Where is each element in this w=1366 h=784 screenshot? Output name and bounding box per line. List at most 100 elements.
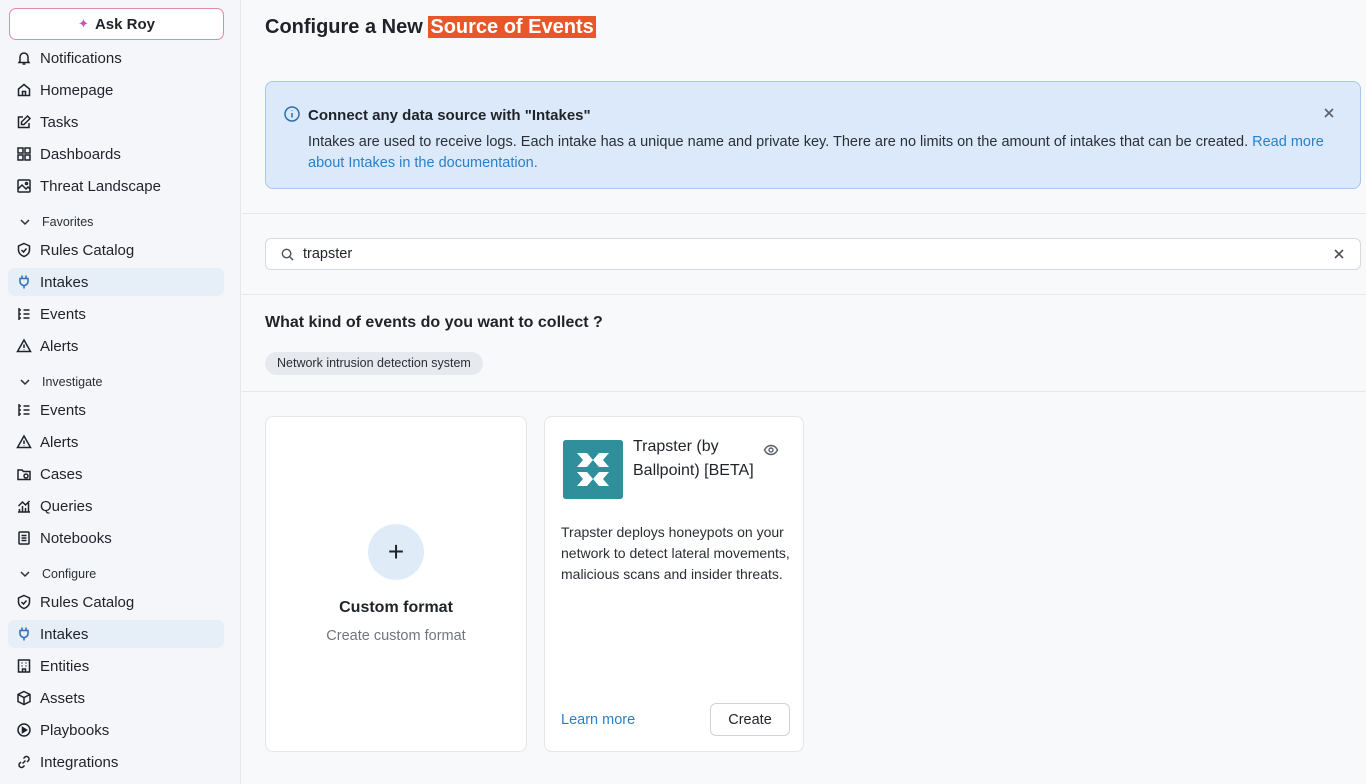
notebook-icon	[18, 531, 30, 545]
chevron-down-icon	[20, 219, 30, 226]
main-content: Configure a New Source of Events Connect…	[242, 0, 1366, 784]
info-banner-body: Intakes are used to receive logs. Each i…	[308, 132, 1328, 174]
ask-roy-button[interactable]: ✦ Ask Roy	[9, 8, 224, 40]
section-investigate[interactable]: Investigate	[8, 370, 224, 394]
sidebar-item-threat-landscape[interactable]: Threat Landscape	[8, 172, 224, 200]
plug-icon	[19, 627, 29, 641]
search-input[interactable]	[303, 246, 1332, 262]
home-icon	[17, 83, 31, 97]
sidebar-item-label: Notifications	[40, 49, 122, 67]
cube-icon	[17, 690, 31, 706]
folder-icon	[17, 469, 31, 481]
edit-icon	[17, 114, 32, 129]
sidebar-item-label: Homepage	[40, 81, 114, 99]
link-icon	[18, 755, 30, 769]
search-icon	[281, 248, 294, 261]
trapster-logo	[563, 440, 623, 499]
eye-icon[interactable]	[763, 442, 779, 458]
sidebar-item-entities[interactable]: Entities	[8, 652, 224, 680]
sidebar-item-label: Alerts	[40, 337, 79, 355]
alert-icon	[16, 434, 32, 449]
intake-card-title: Trapster (by Ballpoint) [BETA]	[633, 438, 754, 479]
learn-more-link[interactable]: Learn more	[561, 712, 635, 728]
sidebar-item-label: Events	[40, 401, 86, 419]
page-title-highlight: Source of Events	[428, 16, 596, 38]
sidebar-item-intakes[interactable]: Intakes	[8, 620, 224, 648]
sidebar-item-label: Alerts	[40, 433, 79, 451]
section-label: Investigate	[42, 375, 103, 389]
chevron-down-icon	[20, 379, 30, 386]
alert-icon	[16, 338, 32, 353]
info-icon	[284, 106, 300, 122]
list-icon	[18, 404, 30, 416]
section-favorites[interactable]: Favorites	[8, 210, 224, 234]
sidebar-item-dashboards[interactable]: Dashboards	[8, 140, 224, 168]
sidebar-item-tasks[interactable]: Tasks	[8, 108, 224, 136]
sidebar-item-label: Threat Landscape	[40, 177, 161, 195]
sidebar-item-assets[interactable]: Assets	[8, 684, 224, 712]
page-title-prefix: Configure a New	[265, 16, 429, 38]
building-icon	[17, 659, 31, 673]
close-icon[interactable]	[1322, 106, 1336, 120]
sidebar-item-rules-catalog[interactable]: Rules Catalog	[8, 588, 224, 616]
sidebar-item-playbooks[interactable]: Playbooks	[8, 716, 224, 744]
sidebar-item-label: Assets	[40, 689, 86, 707]
sparkle-icon: ✦	[78, 16, 89, 31]
sidebar-item-label: Rules Catalog	[40, 241, 135, 259]
sidebar-item-intakes[interactable]: Intakes	[8, 268, 224, 296]
chevron-down-icon	[20, 571, 30, 578]
sidebar-item-queries[interactable]: Queries	[8, 492, 224, 520]
sidebar-item-label: Events	[40, 305, 86, 323]
sidebar-item-notebooks[interactable]: Notebooks	[8, 524, 224, 552]
intake-card-description: Trapster deploys honeypots on your netwo…	[561, 524, 790, 582]
dashboard-icon	[17, 147, 31, 161]
sidebar-item-label: Tasks	[40, 113, 79, 131]
sidebar-item-label: Intakes	[40, 273, 89, 291]
chart-icon	[17, 500, 31, 513]
sidebar-item-cases[interactable]: Cases	[8, 460, 224, 488]
info-banner: Connect any data source with "Intakes" I…	[265, 81, 1361, 189]
sidebar-item-alerts[interactable]: Alerts	[8, 428, 224, 456]
sidebar-item-rules-catalog[interactable]: Rules Catalog	[8, 236, 224, 264]
sidebar: ✦ Ask Roy Notifications Homepage Tasks D…	[0, 0, 241, 784]
page-title: Configure a New Source of Events	[265, 16, 596, 39]
shield-icon	[17, 242, 31, 258]
sidebar-item-label: Integrations	[40, 753, 119, 771]
bell-icon	[17, 52, 31, 65]
custom-format-card[interactable]: + Custom format Create custom format	[265, 416, 527, 752]
category-chip[interactable]: Network intrusion detection system	[265, 352, 483, 375]
sidebar-item-label: Cases	[40, 465, 83, 483]
search-bar	[265, 238, 1361, 270]
section-label: Favorites	[42, 215, 94, 229]
image-icon	[17, 179, 31, 193]
sidebar-item-label: Queries	[40, 497, 93, 515]
clear-search-icon[interactable]	[1332, 247, 1346, 261]
sidebar-item-homepage[interactable]: Homepage	[8, 76, 224, 104]
sidebar-item-events[interactable]: Events	[8, 396, 224, 424]
create-button[interactable]: Create	[710, 703, 790, 736]
divider	[242, 391, 1366, 392]
sidebar-item-integrations[interactable]: Integrations	[8, 748, 224, 776]
plus-icon[interactable]: +	[368, 524, 424, 580]
sidebar-item-label: Notebooks	[40, 529, 112, 547]
info-banner-title: Connect any data source with "Intakes"	[308, 107, 591, 124]
ask-roy-label: Ask Roy	[94, 15, 155, 33]
custom-format-title: Custom format	[339, 599, 453, 616]
custom-format-subtitle: Create custom format	[326, 628, 466, 644]
shield-icon	[17, 594, 31, 610]
info-banner-text: Intakes are used to receive logs. Each i…	[308, 134, 1253, 150]
sidebar-item-notifications[interactable]: Notifications	[8, 44, 224, 72]
divider	[242, 213, 1366, 214]
sidebar-item-label: Dashboards	[40, 145, 121, 163]
sidebar-item-label: Intakes	[40, 625, 89, 643]
sidebar-item-label: Entities	[40, 657, 90, 675]
plug-icon	[19, 275, 29, 289]
section-configure[interactable]: Configure	[8, 562, 224, 586]
section-label: Configure	[42, 567, 97, 581]
sidebar-item-alerts[interactable]: Alerts	[8, 332, 224, 360]
sidebar-item-label: Rules Catalog	[40, 593, 135, 611]
intake-card-trapster: Trapster (by Ballpoint) [BETA] Trapster …	[544, 416, 804, 752]
list-icon	[18, 308, 30, 320]
sidebar-item-events[interactable]: Events	[8, 300, 224, 328]
sidebar-item-label: Playbooks	[40, 721, 110, 739]
